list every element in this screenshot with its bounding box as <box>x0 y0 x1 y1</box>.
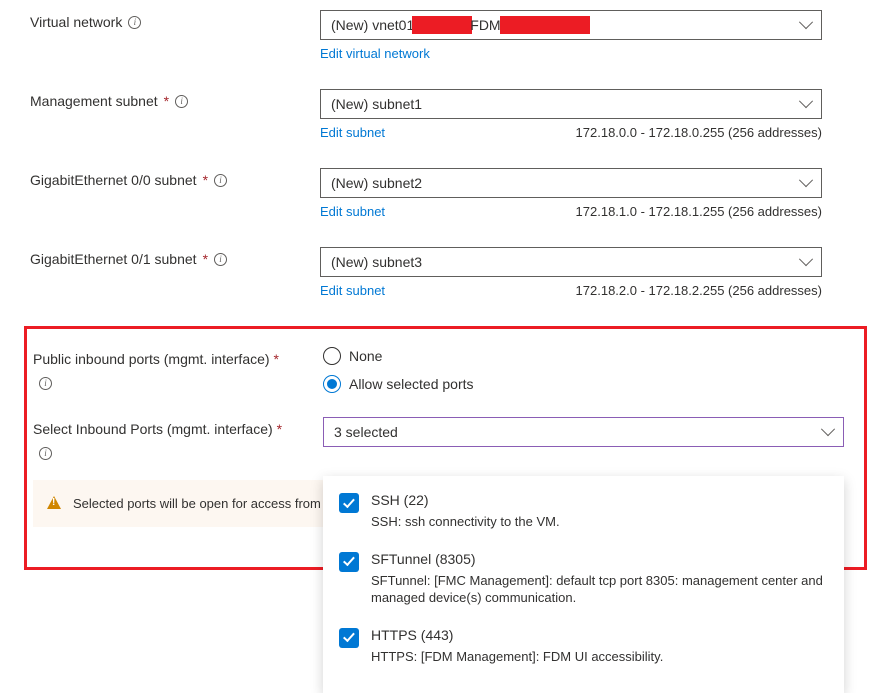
port-desc: SFTunnel: [FMC Management]: default tcp … <box>371 572 828 607</box>
info-icon[interactable]: i <box>214 253 227 266</box>
edit-subnet-link[interactable]: Edit subnet <box>320 125 385 140</box>
chevron-down-icon <box>799 94 813 108</box>
checkbox-checked-icon[interactable] <box>339 552 359 572</box>
port-title: SFTunnel (8305) <box>371 551 828 567</box>
info-icon[interactable]: i <box>175 95 188 108</box>
label-text: Virtual network <box>30 14 122 30</box>
chevron-down-icon <box>799 15 813 29</box>
label-mgmt-subnet: Management subnet * i <box>0 89 320 109</box>
edit-vnet-link[interactable]: Edit virtual network <box>320 46 430 61</box>
checkbox-checked-icon[interactable] <box>339 493 359 513</box>
dropdown-mgmt-subnet[interactable]: (New) subnet1 <box>320 89 822 119</box>
dropdown-virtual-network[interactable]: (New) vnet01FDM <box>320 10 822 40</box>
port-title: SSH (22) <box>371 492 828 508</box>
port-title: HTTPS (443) <box>371 627 828 643</box>
chevron-down-icon <box>799 252 813 266</box>
radio-label: Allow selected ports <box>349 376 474 392</box>
port-option-text: SFTunnel (8305) SFTunnel: [FMC Managemen… <box>371 551 828 607</box>
highlighted-section: Public inbound ports (mgmt. interface) *… <box>24 326 867 570</box>
dropdown-select-ports[interactable]: 3 selected <box>323 417 844 447</box>
label-ge01-subnet: GigabitEthernet 0/1 subnet * i <box>0 247 320 267</box>
row-virtual-network: Virtual network i (New) vnet01FDM Edit v… <box>0 10 877 61</box>
dropdown-value: (New) subnet3 <box>331 254 422 270</box>
sub-row: Edit virtual network <box>320 46 822 61</box>
radio-option-allow[interactable]: Allow selected ports <box>323 375 844 393</box>
dropdown-panel-ports[interactable]: SSH (22) SSH: ssh connectivity to the VM… <box>323 476 844 693</box>
field-ge00-subnet: (New) subnet2 Edit subnet 172.18.1.0 - 1… <box>320 168 877 219</box>
row-ge00-subnet: GigabitEthernet 0/0 subnet * i (New) sub… <box>0 168 877 219</box>
port-desc: SSH: ssh connectivity to the VM. <box>371 513 828 531</box>
radio-label: None <box>349 348 382 364</box>
sub-row: Edit subnet 172.18.1.0 - 172.18.1.255 (2… <box>320 204 822 219</box>
row-public-inbound-ports: Public inbound ports (mgmt. interface) *… <box>27 347 864 393</box>
row-mgmt-subnet: Management subnet * i (New) subnet1 Edit… <box>0 89 877 140</box>
port-option-https[interactable]: HTTPS (443) HTTPS: [FDM Management]: FDM… <box>323 621 844 680</box>
required-marker: * <box>273 351 278 367</box>
field-ge01-subnet: (New) subnet3 Edit subnet 172.18.2.0 - 1… <box>320 247 877 298</box>
label-text: Public inbound ports (mgmt. interface) <box>33 351 270 367</box>
chevron-down-icon <box>821 422 835 436</box>
sub-row: Edit subnet 172.18.0.0 - 172.18.0.255 (2… <box>320 125 822 140</box>
edit-subnet-link[interactable]: Edit subnet <box>320 204 385 219</box>
subnet-range: 172.18.1.0 - 172.18.1.255 (256 addresses… <box>576 204 822 219</box>
sub-row: Edit subnet 172.18.2.0 - 172.18.2.255 (2… <box>320 283 822 298</box>
field-public-inbound-ports: None Allow selected ports <box>323 347 864 393</box>
label-text: Management subnet <box>30 93 158 109</box>
port-option-text: SSH (22) SSH: ssh connectivity to the VM… <box>371 492 828 531</box>
subnet-range: 172.18.2.0 - 172.18.2.255 (256 addresses… <box>576 283 822 298</box>
field-mgmt-subnet: (New) subnet1 Edit subnet 172.18.0.0 - 1… <box>320 89 877 140</box>
info-icon[interactable]: i <box>214 174 227 187</box>
dropdown-value: 3 selected <box>334 424 398 440</box>
port-desc: HTTPS: [FDM Management]: FDM UI accessib… <box>371 648 828 666</box>
row-ge01-subnet: GigabitEthernet 0/1 subnet * i (New) sub… <box>0 247 877 298</box>
edit-subnet-link[interactable]: Edit subnet <box>320 283 385 298</box>
required-marker: * <box>164 93 169 109</box>
dropdown-ge01-subnet[interactable]: (New) subnet3 <box>320 247 822 277</box>
radio-icon <box>323 347 341 365</box>
port-option-sftunnel[interactable]: SFTunnel (8305) SFTunnel: [FMC Managemen… <box>323 545 844 621</box>
dropdown-ge00-subnet[interactable]: (New) subnet2 <box>320 168 822 198</box>
required-marker: * <box>277 421 282 437</box>
info-icon[interactable]: i <box>39 447 52 460</box>
checkbox-checked-icon[interactable] <box>339 628 359 648</box>
required-marker: * <box>203 251 208 267</box>
radio-group-ports: None Allow selected ports <box>323 347 844 393</box>
dropdown-value: (New) vnet01FDM <box>331 16 588 34</box>
label-virtual-network: Virtual network i <box>0 10 320 30</box>
row-select-inbound-ports: Select Inbound Ports (mgmt. interface) *… <box>27 417 864 460</box>
label-public-inbound-ports: Public inbound ports (mgmt. interface) *… <box>27 347 323 390</box>
info-icon[interactable]: i <box>128 16 141 29</box>
dropdown-value: (New) subnet1 <box>331 96 422 112</box>
required-marker: * <box>203 172 208 188</box>
radio-option-none[interactable]: None <box>323 347 844 365</box>
chevron-down-icon <box>799 173 813 187</box>
warning-icon <box>47 496 61 509</box>
radio-icon <box>323 375 341 393</box>
redacted-block <box>412 16 472 34</box>
label-select-inbound-ports: Select Inbound Ports (mgmt. interface) *… <box>27 417 323 460</box>
label-text: GigabitEthernet 0/0 subnet <box>30 172 197 188</box>
label-text: Select Inbound Ports (mgmt. interface) <box>33 421 273 437</box>
field-select-inbound-ports: 3 selected <box>323 417 864 447</box>
port-option-ssh[interactable]: SSH (22) SSH: ssh connectivity to the VM… <box>323 486 844 545</box>
dropdown-value: (New) subnet2 <box>331 175 422 191</box>
label-ge00-subnet: GigabitEthernet 0/0 subnet * i <box>0 168 320 188</box>
field-virtual-network: (New) vnet01FDM Edit virtual network <box>320 10 877 61</box>
label-text: GigabitEthernet 0/1 subnet <box>30 251 197 267</box>
subnet-range: 172.18.0.0 - 172.18.0.255 (256 addresses… <box>576 125 822 140</box>
info-icon[interactable]: i <box>39 377 52 390</box>
port-option-text: HTTPS (443) HTTPS: [FDM Management]: FDM… <box>371 627 828 666</box>
redacted-block <box>500 16 590 34</box>
